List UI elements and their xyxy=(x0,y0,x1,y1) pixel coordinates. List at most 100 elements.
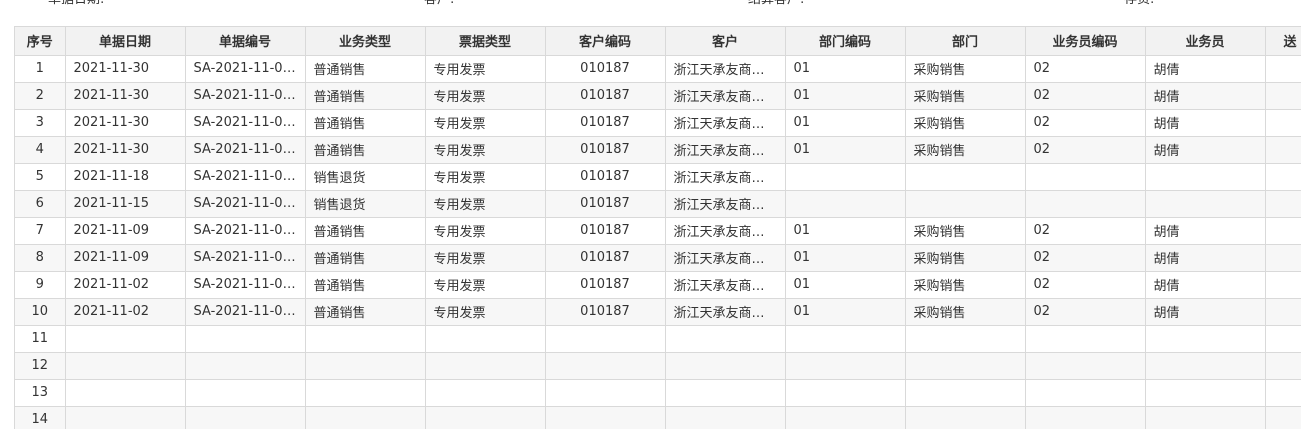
table-row[interactable]: 12 xyxy=(15,352,1301,380)
cell-doc-no-link[interactable]: SA-2021-11-0179 xyxy=(185,136,306,164)
cell-sales-code: 02 xyxy=(1025,109,1146,137)
cell-cust-code-link[interactable]: 010187 xyxy=(545,190,666,218)
column-header-customer[interactable]: 客户 xyxy=(665,27,786,56)
cell-doc-no-link[interactable]: SA-2021-11-0083 xyxy=(185,163,306,191)
cell-customer-link[interactable] xyxy=(665,325,786,353)
cell-customer-link[interactable] xyxy=(665,379,786,407)
column-header-index[interactable]: 序号 xyxy=(15,27,66,56)
cell-cust-code-link[interactable]: 010187 xyxy=(545,82,666,110)
cell-cust-code-link[interactable]: 010187 xyxy=(545,109,666,137)
cell-index: 3 xyxy=(15,109,66,137)
cell-doc-no-link[interactable]: SA-2021-11-0040 xyxy=(185,217,306,245)
column-header-biz-type[interactable]: 业务类型 xyxy=(305,27,426,56)
table-row[interactable]: 2 2021-11-30 SA-2021-11-0179 普通销售 专用发票 0… xyxy=(15,82,1301,110)
table-row[interactable]: 9 2021-11-02 SA-2021-11-0005 普通销售 专用发票 0… xyxy=(15,271,1301,299)
column-header-cust-code[interactable]: 客户编码 xyxy=(545,27,666,56)
cell-biz-type xyxy=(305,406,426,429)
cell-cust-code-link[interactable]: 010187 xyxy=(545,217,666,245)
cell-delivery xyxy=(1265,244,1301,272)
cell-bill-type: 专用发票 xyxy=(425,244,546,272)
cell-cust-code-link[interactable]: 010187 xyxy=(545,271,666,299)
cell-doc-no-link[interactable]: SA-2021-11-0179 xyxy=(185,109,306,137)
cell-cust-code-link[interactable] xyxy=(545,379,666,407)
table-row[interactable]: 6 2021-11-15 SA-2021-11-0065 销售退货 专用发票 0… xyxy=(15,190,1301,218)
table-row[interactable]: 1 2021-11-30 SA-2021-11-0179 普通销售 专用发票 0… xyxy=(15,55,1301,83)
cell-index: 4 xyxy=(15,136,66,164)
table-row[interactable]: 8 2021-11-09 SA-2021-11-0040 普通销售 专用发票 0… xyxy=(15,244,1301,272)
cell-sales: 胡倩 xyxy=(1145,109,1266,137)
cell-doc-no-link[interactable]: SA-2021-11-0065 xyxy=(185,190,306,218)
cell-dept: 采购销售 xyxy=(905,136,1026,164)
cell-cust-code-link[interactable] xyxy=(545,406,666,429)
cell-customer-link[interactable]: 浙江天承友商… xyxy=(665,109,786,137)
cell-sales-code: 02 xyxy=(1025,271,1146,299)
table-row[interactable]: 5 2021-11-18 SA-2021-11-0083 销售退货 专用发票 0… xyxy=(15,163,1301,191)
cell-customer-link[interactable]: 浙江天承友商… xyxy=(665,271,786,299)
cell-doc-no-link[interactable] xyxy=(185,352,306,380)
cell-biz-type: 普通销售 xyxy=(305,55,426,83)
cell-bill-type xyxy=(425,352,546,380)
cell-cust-code-link[interactable]: 010187 xyxy=(545,55,666,83)
cell-doc-no-link[interactable]: SA-2021-11-0179 xyxy=(185,82,306,110)
cell-customer-link[interactable]: 浙江天承友商… xyxy=(665,82,786,110)
cell-customer-link[interactable]: 浙江天承友商… xyxy=(665,244,786,272)
table-row[interactable]: 4 2021-11-30 SA-2021-11-0179 普通销售 专用发票 0… xyxy=(15,136,1301,164)
cell-customer-link[interactable]: 浙江天承友商… xyxy=(665,163,786,191)
cell-delivery xyxy=(1265,271,1301,299)
cell-doc-no-link[interactable]: SA-2021-11-0005 xyxy=(185,298,306,326)
cell-delivery xyxy=(1265,325,1301,353)
cell-customer-link[interactable]: 浙江天承友商… xyxy=(665,190,786,218)
column-header-doc-no[interactable]: 单据编号 xyxy=(185,27,306,56)
cell-cust-code-link[interactable] xyxy=(545,352,666,380)
cell-cust-code-link[interactable]: 010187 xyxy=(545,136,666,164)
column-header-bill-type[interactable]: 票据类型 xyxy=(425,27,546,56)
cell-sales xyxy=(1145,352,1266,380)
table-row[interactable]: 7 2021-11-09 SA-2021-11-0040 普通销售 专用发票 0… xyxy=(15,217,1301,245)
column-header-doc-date[interactable]: 单据日期 xyxy=(65,27,186,56)
cell-sales-code xyxy=(1025,163,1146,191)
cell-cust-code-link[interactable]: 010187 xyxy=(545,244,666,272)
cell-index: 5 xyxy=(15,163,66,191)
cell-doc-no-link[interactable] xyxy=(185,379,306,407)
cell-index: 2 xyxy=(15,82,66,110)
table-row[interactable]: 10 2021-11-02 SA-2021-11-0005 普通销售 专用发票 … xyxy=(15,298,1301,326)
cell-biz-type: 普通销售 xyxy=(305,217,426,245)
cell-dept-code xyxy=(785,406,906,429)
table-row[interactable]: 14 xyxy=(15,406,1301,429)
cell-doc-date: 2021-11-02 xyxy=(65,271,186,299)
cell-doc-no-link[interactable]: SA-2021-11-0040 xyxy=(185,244,306,272)
cell-customer-link[interactable]: 浙江天承友商… xyxy=(665,298,786,326)
cell-sales: 胡倩 xyxy=(1145,271,1266,299)
column-header-dept-code[interactable]: 部门编码 xyxy=(785,27,906,56)
cell-doc-no-link[interactable]: SA-2021-11-0179 xyxy=(185,55,306,83)
cell-cust-code-link[interactable] xyxy=(545,325,666,353)
table-row[interactable]: 3 2021-11-30 SA-2021-11-0179 普通销售 专用发票 0… xyxy=(15,109,1301,137)
column-header-sales[interactable]: 业务员 xyxy=(1145,27,1266,56)
column-header-dept[interactable]: 部门 xyxy=(905,27,1026,56)
cell-doc-no-link[interactable] xyxy=(185,325,306,353)
cell-customer-link[interactable] xyxy=(665,352,786,380)
cell-doc-date: 2021-11-30 xyxy=(65,82,186,110)
cell-dept-code: 01 xyxy=(785,109,906,137)
cell-biz-type: 普通销售 xyxy=(305,298,426,326)
cell-delivery xyxy=(1265,82,1301,110)
table-row[interactable]: 13 xyxy=(15,379,1301,407)
column-header-sales-code[interactable]: 业务员编码 xyxy=(1025,27,1146,56)
column-header-delivery[interactable]: 送 xyxy=(1265,27,1301,56)
inventory-filter-label: 存货: xyxy=(1124,0,1154,9)
cell-customer-link[interactable]: 浙江天承友商… xyxy=(665,55,786,83)
cell-doc-no-link[interactable]: SA-2021-11-0005 xyxy=(185,271,306,299)
cell-doc-no-link[interactable] xyxy=(185,406,306,429)
cell-customer-link[interactable] xyxy=(665,406,786,429)
cell-customer-link[interactable]: 浙江天承友商… xyxy=(665,136,786,164)
cell-cust-code-link[interactable]: 010187 xyxy=(545,298,666,326)
cell-cust-code-link[interactable]: 010187 xyxy=(545,163,666,191)
cell-bill-type: 专用发票 xyxy=(425,136,546,164)
cell-sales-code: 02 xyxy=(1025,55,1146,83)
table-row[interactable]: 11 xyxy=(15,325,1301,353)
cell-index: 7 xyxy=(15,217,66,245)
cell-sales: 胡倩 xyxy=(1145,298,1266,326)
cell-customer-link[interactable]: 浙江天承友商… xyxy=(665,217,786,245)
cell-doc-date: 2021-11-30 xyxy=(65,109,186,137)
cell-sales: 胡倩 xyxy=(1145,55,1266,83)
